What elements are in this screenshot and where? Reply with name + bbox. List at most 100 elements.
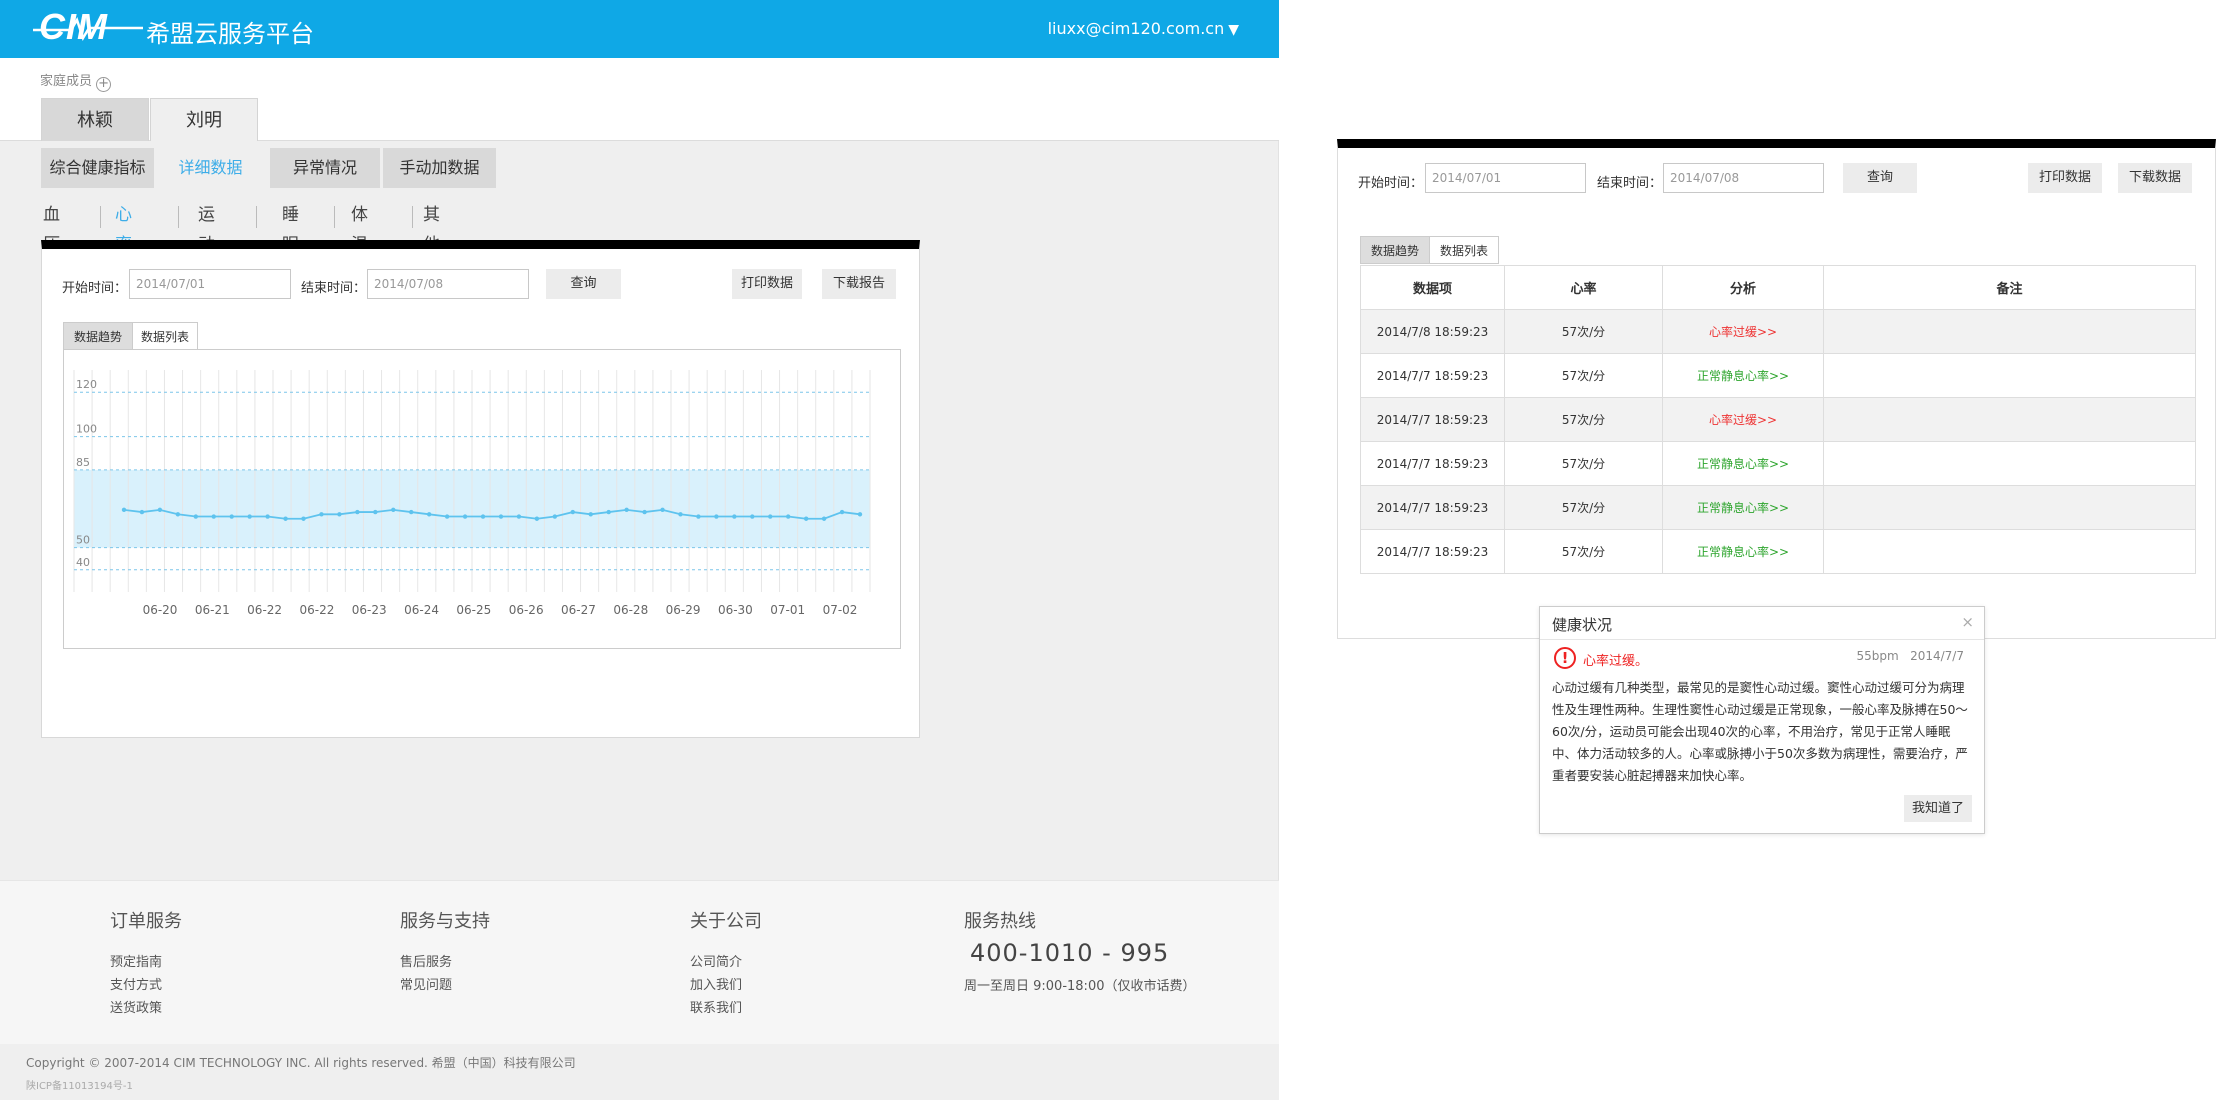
data-point bbox=[409, 509, 414, 515]
x-tick-label: 06-20 bbox=[143, 603, 178, 617]
close-icon[interactable]: × bbox=[1961, 613, 1974, 631]
start-time-label: 开始时间： bbox=[62, 281, 128, 296]
data-point bbox=[139, 509, 145, 515]
cell-note bbox=[1823, 485, 2196, 530]
heart-rate-chart: 40 50 85 100 120 06-20 06-21 06-22 06-22 06-23 06-… bbox=[63, 349, 901, 649]
footer-link[interactable]: 售后服务 bbox=[400, 951, 490, 974]
family-label: 家庭成员 + bbox=[40, 70, 112, 92]
divider bbox=[178, 206, 179, 228]
cell-rate: 57次/分 bbox=[1504, 441, 1663, 486]
y-tick-label: 100 bbox=[76, 423, 97, 436]
end-date-input[interactable]: 2014/07/08 bbox=[1663, 163, 1824, 193]
query-button[interactable]: 查询 bbox=[546, 269, 621, 299]
alert-date: 2014/7/7 bbox=[1910, 649, 1964, 663]
data-point bbox=[193, 514, 199, 519]
print-data-button[interactable]: 打印数据 bbox=[732, 269, 802, 299]
footer: 订单服务 预定指南 支付方式 送货政策 服务与支持 售后服务 常见问题 关于公司… bbox=[0, 880, 1279, 1044]
data-point bbox=[732, 514, 737, 519]
alert-icon: ! bbox=[1554, 647, 1576, 669]
cell-note bbox=[1823, 353, 2196, 398]
cell-rate: 57次/分 bbox=[1504, 353, 1663, 398]
tab-manual-add[interactable]: 手动加数据 bbox=[383, 148, 496, 188]
start-date-input[interactable]: 2014/07/01 bbox=[1425, 163, 1586, 193]
trend-panel: 开始时间： 2014/07/01 结束时间： 2014/07/08 查询 打印数… bbox=[41, 240, 920, 738]
download-report-button[interactable]: 下载报告 bbox=[822, 269, 896, 299]
cell-analysis-link-text[interactable]: 正常静息心率>> bbox=[1697, 501, 1789, 515]
footer-link[interactable]: 预定指南 bbox=[110, 951, 182, 974]
footer-col-hotline: 服务热线 400-1010 - 995 周一至周日 9:00-18:00（仅收市… bbox=[964, 907, 1195, 994]
data-point bbox=[337, 512, 342, 517]
data-point bbox=[462, 514, 468, 519]
footer-heading: 服务与支持 bbox=[400, 911, 490, 932]
data-point bbox=[606, 509, 611, 515]
data-point bbox=[229, 514, 234, 519]
cell-analysis-link-text[interactable]: 正常静息心率>> bbox=[1697, 369, 1789, 383]
cell-analysis-link: 正常静息心率>> bbox=[1662, 485, 1824, 530]
tab-abnormal[interactable]: 异常情况 bbox=[270, 148, 380, 188]
footer-col-about: 关于公司 公司简介 加入我们 联系我们 bbox=[690, 907, 762, 1020]
cell-analysis-link-text[interactable]: 心率过缓>> bbox=[1709, 413, 1777, 427]
member-tab-linying[interactable]: 林颖 bbox=[41, 98, 149, 141]
data-point bbox=[157, 507, 163, 513]
member-tab-liuming[interactable]: 刘明 bbox=[150, 98, 258, 141]
data-point bbox=[283, 516, 288, 521]
cell-time: 2014/7/7 18:59:23 bbox=[1360, 441, 1505, 486]
footer-link[interactable]: 送货政策 bbox=[110, 997, 182, 1020]
heart-rate-chart-svg: 40 50 85 100 120 06-20 06-21 06-22 06-22 06-23 06-… bbox=[73, 370, 871, 617]
start-date-input[interactable]: 2014/07/01 bbox=[129, 269, 291, 299]
x-tick-label: 07-02 bbox=[823, 603, 858, 617]
copyright-bar: Copyright © 2007-2014 CIM TECHNOLOGY INC… bbox=[0, 1044, 1279, 1100]
footer-link[interactable]: 公司简介 bbox=[690, 951, 762, 974]
data-point bbox=[516, 514, 522, 519]
y-tick-label: 50 bbox=[76, 534, 90, 547]
cell-analysis-link: 正常静息心率>> bbox=[1662, 353, 1824, 398]
footer-link[interactable]: 联系我们 bbox=[690, 997, 762, 1020]
cell-rate-text: 57次/分 bbox=[1561, 501, 1606, 515]
query-button[interactable]: 查询 bbox=[1843, 163, 1917, 193]
end-time-label: 结束时间： bbox=[1597, 176, 1663, 191]
user-menu[interactable]: liuxx@cim120.com.cn ▼ bbox=[1048, 19, 1239, 38]
tab-health-overview[interactable]: 综合健康指标 bbox=[41, 148, 154, 188]
family-label-text: 家庭成员 bbox=[40, 74, 93, 89]
cell-time: 2014/7/7 18:59:23 bbox=[1360, 353, 1505, 398]
cell-analysis-link-text[interactable]: 心率过缓>> bbox=[1709, 325, 1777, 339]
cell-analysis-link-text[interactable]: 正常静息心率>> bbox=[1697, 457, 1789, 471]
cell-rate: 57次/分 bbox=[1504, 529, 1663, 574]
cell-rate: 57次/分 bbox=[1504, 397, 1663, 442]
footer-heading: 订单服务 bbox=[110, 911, 182, 932]
data-list-panel: 开始时间： 2014/07/01 结束时间： 2014/07/08 查询 打印数… bbox=[1337, 139, 2216, 639]
tab-data-trend[interactable]: 数据趋势 bbox=[63, 322, 133, 350]
cell-time-text: 2014/7/7 18:59:23 bbox=[1376, 412, 1489, 427]
footer-link[interactable]: 常见问题 bbox=[400, 974, 490, 997]
hotline-number: 400-1010 - 995 bbox=[970, 939, 1170, 967]
data-point bbox=[426, 512, 432, 517]
got-it-button[interactable]: 我知道了 bbox=[1904, 795, 1972, 822]
add-member-icon[interactable]: + bbox=[96, 77, 112, 92]
x-tick-label: 06-21 bbox=[195, 603, 230, 617]
tab-detail-data[interactable]: 详细数据 bbox=[154, 148, 267, 188]
chevron-down-icon: ▼ bbox=[1228, 22, 1239, 38]
x-tick-label: 06-27 bbox=[561, 603, 596, 617]
cim-logo[interactable]: CIM bbox=[33, 6, 143, 48]
download-data-button[interactable]: 下载数据 bbox=[2118, 163, 2192, 193]
table-row: 2014/7/7 18:59:23 57次/分 正常静息心率>> bbox=[1360, 353, 2196, 398]
x-tick-label: 06-28 bbox=[613, 603, 648, 617]
cell-rate-text: 57次/分 bbox=[1561, 369, 1606, 383]
tab-data-list[interactable]: 数据列表 bbox=[132, 322, 198, 350]
user-email: liuxx@cim120.com.cn bbox=[1047, 19, 1225, 38]
footer-link[interactable]: 加入我们 bbox=[690, 974, 762, 997]
data-point bbox=[678, 512, 683, 517]
logo-text: CIM bbox=[39, 6, 108, 47]
data-point bbox=[444, 514, 450, 519]
end-date-input[interactable]: 2014/07/08 bbox=[367, 269, 529, 299]
tab-data-list[interactable]: 数据列表 bbox=[1429, 236, 1499, 264]
footer-link[interactable]: 支付方式 bbox=[110, 974, 182, 997]
data-point bbox=[498, 514, 504, 519]
print-data-button[interactable]: 打印数据 bbox=[2028, 163, 2102, 193]
cell-note bbox=[1823, 397, 2196, 442]
footer-col-orders: 订单服务 预定指南 支付方式 送货政策 bbox=[110, 907, 182, 1020]
data-point bbox=[696, 514, 701, 519]
divider bbox=[100, 206, 101, 228]
tab-data-trend[interactable]: 数据趋势 bbox=[1360, 236, 1430, 264]
cell-analysis-link-text[interactable]: 正常静息心率>> bbox=[1697, 545, 1789, 559]
